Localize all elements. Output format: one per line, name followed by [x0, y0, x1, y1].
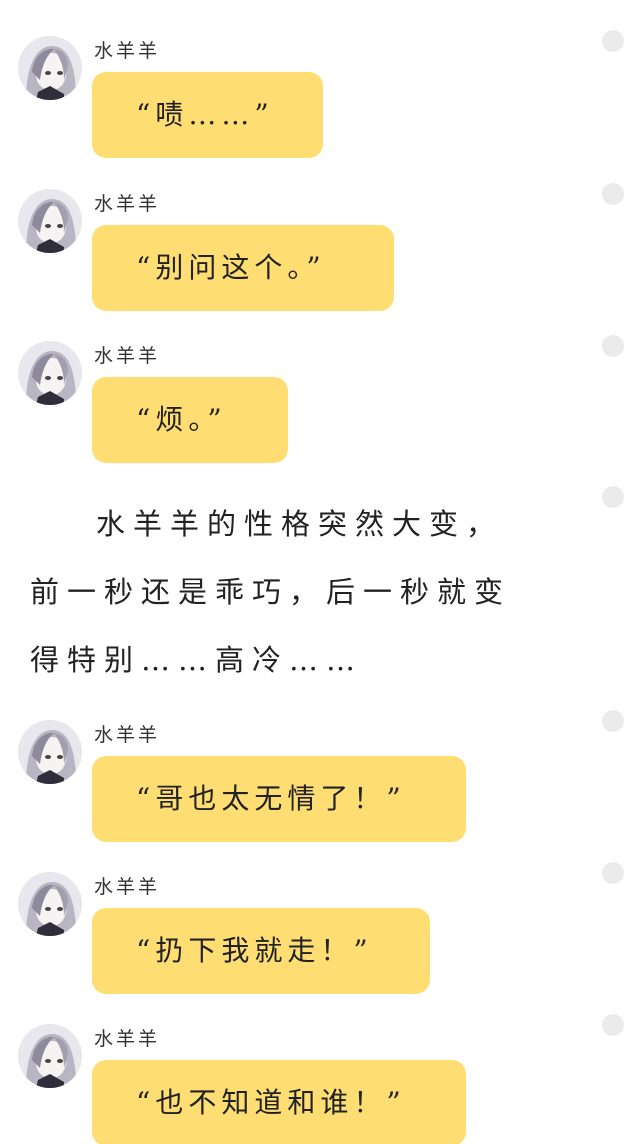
sender-name: 水羊羊: [94, 40, 161, 62]
narration-text: 水羊羊的性格突然大变，前一秒还是乖巧，后一秒就变得特别……高冷……: [30, 507, 512, 677]
avatar[interactable]: [18, 720, 82, 784]
sender-name: 水羊羊: [94, 345, 161, 367]
message-bubble[interactable]: “啧……”: [92, 72, 323, 158]
message-bubble[interactable]: “也不知道和谁！”: [92, 1060, 466, 1144]
narration-block: 水羊羊的性格突然大变，前一秒还是乖巧，后一秒就变得特别……高冷……: [30, 486, 624, 694]
grey-dot-icon: [602, 486, 624, 508]
sender-name: 水羊羊: [94, 876, 161, 898]
sender-name: 水羊羊: [94, 193, 161, 215]
anime-girl-avatar-icon: [18, 1024, 82, 1088]
avatar[interactable]: [18, 36, 82, 100]
grey-dot-icon: [602, 335, 624, 357]
anime-girl-avatar-icon: [18, 36, 82, 100]
grey-dot-icon: [602, 30, 624, 52]
avatar[interactable]: [18, 872, 82, 936]
grey-dot-icon: [602, 862, 624, 884]
message-bubble[interactable]: “烦。”: [92, 377, 288, 463]
anime-girl-avatar-icon: [18, 872, 82, 936]
grey-dot-icon: [602, 710, 624, 732]
avatar[interactable]: [18, 189, 82, 253]
message-bubble[interactable]: “别问这个。”: [92, 225, 394, 311]
chat-story-page: 水羊羊 “啧……” 水羊羊 “别问这个。” 水羊羊 “烦。” 水羊羊的性格突然大…: [0, 0, 640, 1144]
anime-girl-avatar-icon: [18, 720, 82, 784]
avatar[interactable]: [18, 341, 82, 405]
message-bubble[interactable]: “哥也太无情了！”: [92, 756, 466, 842]
grey-dot-icon: [602, 1014, 624, 1036]
anime-girl-avatar-icon: [18, 189, 82, 253]
avatar[interactable]: [18, 1024, 82, 1088]
grey-dot-icon: [602, 183, 624, 205]
message-bubble[interactable]: “扔下我就走！”: [92, 908, 430, 994]
sender-name: 水羊羊: [94, 1028, 161, 1050]
anime-girl-avatar-icon: [18, 341, 82, 405]
sender-name: 水羊羊: [94, 724, 161, 746]
